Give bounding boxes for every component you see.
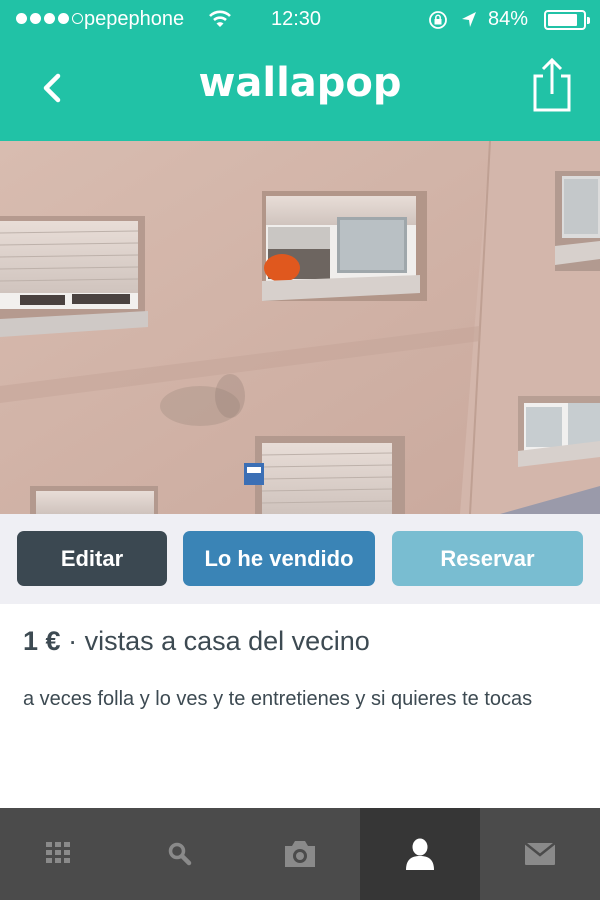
grid-icon — [46, 842, 70, 863]
tab-profile[interactable] — [360, 808, 480, 900]
mark-sold-button[interactable]: Lo he vendido — [183, 531, 375, 586]
reserve-button[interactable]: Reservar — [392, 531, 583, 586]
clock: 12:30 — [271, 8, 322, 30]
status-bar: pepephone 12:30 84% — [0, 0, 600, 40]
edit-button[interactable]: Editar — [17, 531, 167, 586]
title-separator: · — [68, 626, 78, 656]
item-price: 1 € — [23, 626, 61, 656]
battery-percent: 84% — [488, 8, 529, 30]
signal-strength-icon — [16, 13, 83, 24]
back-button[interactable] — [36, 68, 72, 108]
tab-messages[interactable] — [480, 808, 600, 900]
carrier-name: pepephone — [84, 8, 185, 30]
header: pepephone 12:30 84% wallapop — [0, 0, 600, 141]
item-title: vistas a casa del vecino — [84, 626, 370, 656]
action-bar: Editar Lo he vendido Reservar — [0, 514, 600, 604]
tab-upload[interactable] — [240, 808, 360, 900]
item-description: a veces folla y lo ves y te entretienes … — [23, 688, 533, 710]
tab-bar — [0, 808, 600, 900]
profile-icon — [406, 838, 434, 870]
wifi-icon — [209, 10, 231, 27]
item-photo[interactable] — [0, 141, 600, 514]
wallapop-logo: wallapop — [198, 60, 402, 106]
item-title-line: 1 € · vistas a casa del vecino — [23, 626, 370, 657]
share-button[interactable] — [530, 56, 574, 114]
building-facade-image — [0, 141, 600, 514]
battery-icon — [544, 10, 590, 30]
item-details: 1 € · vistas a casa del vecino a veces f… — [0, 604, 600, 808]
search-icon — [168, 842, 192, 866]
tab-explore[interactable] — [0, 808, 120, 900]
mail-icon — [524, 842, 556, 865]
location-arrow-icon — [462, 12, 476, 27]
tab-search[interactable] — [120, 808, 240, 900]
rotation-lock-icon — [429, 11, 447, 29]
camera-icon — [285, 841, 315, 867]
